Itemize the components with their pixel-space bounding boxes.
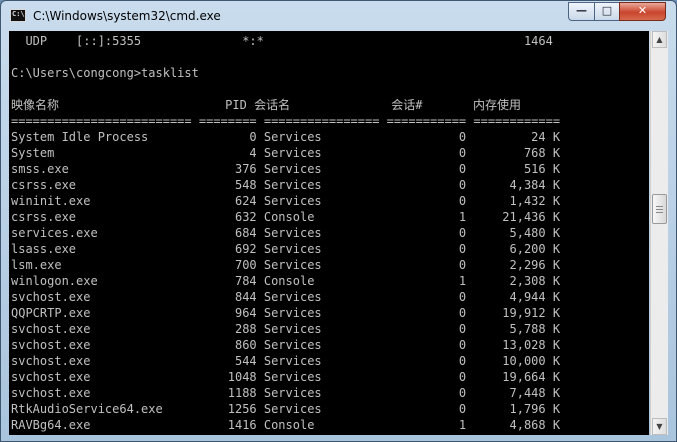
console-line: svchost.exe 844 Services 0 4,944 K (11, 290, 561, 304)
window-title: C:\Windows\system32\cmd.exe (33, 9, 221, 23)
console-line: services.exe 684 Services 0 5,480 K (11, 226, 561, 240)
maximize-button[interactable]: □ (594, 2, 620, 21)
console-line: csrss.exe 548 Services 0 4,384 K (11, 178, 561, 192)
console-line: lsass.exe 692 Services 0 6,200 K (11, 242, 561, 256)
console-line: svchost.exe 288 Services 0 5,788 K (11, 322, 561, 336)
thumb-grip-line (656, 212, 663, 213)
console-line: svchost.exe 860 Services 0 13,028 K (11, 338, 561, 352)
console-line: RtkAudioService64.exe 1256 Services 0 1,… (11, 402, 561, 416)
title-bar[interactable]: C:\ C:\Windows\system32\cmd.exe — □ ✕ (1, 1, 676, 31)
close-button[interactable]: ✕ (619, 2, 666, 21)
console-line: System Idle Process 0 Services 0 24 K (11, 130, 561, 144)
console-line: svchost.exe 544 Services 0 10,000 K (11, 354, 561, 368)
console-line: 映像名称 PID 会话名 会话# 内存使用 (11, 98, 522, 112)
cmd-icon-label: C:\ (12, 10, 25, 18)
cmd-icon[interactable]: C:\ (10, 9, 26, 22)
cmd-window: C:\ C:\Windows\system32\cmd.exe — □ ✕ UD… (0, 0, 677, 442)
console-line: svchost.exe 1188 Services 0 7,448 K (11, 386, 561, 400)
thumb-grip-line (656, 209, 663, 210)
console-line: svchost.exe 1048 Services 0 19,664 K (11, 370, 561, 384)
console-line: QQPCRTP.exe 964 Services 0 19,912 K (11, 306, 561, 320)
vertical-scrollbar[interactable]: ▲ ▼ (650, 31, 668, 435)
thumb-grip-line (656, 206, 663, 207)
console-line: RAVBg64.exe 1416 Console 1 4,868 K (11, 418, 561, 432)
console-output[interactable]: UDP [::]:5355 *:* 1464C:\Users\congcong>… (9, 31, 649, 435)
console-line: wininit.exe 624 Services 0 1,432 K (11, 194, 561, 208)
console-line: winlogon.exe 784 Console 1 2,308 K (11, 274, 561, 288)
scroll-down-button[interactable]: ▼ (652, 418, 667, 435)
scroll-up-button[interactable]: ▲ (652, 31, 667, 48)
console-line: System 4 Services 0 768 K (11, 146, 561, 160)
console-line: lsm.exe 700 Services 0 2,296 K (11, 258, 561, 272)
minimize-button[interactable]: — (568, 2, 595, 21)
console-line: ========================= ======== =====… (11, 114, 561, 128)
console-text: UDP [::]:5355 *:* 1464C:\Users\congcong>… (11, 33, 560, 433)
console-line: C:\Users\congcong>tasklist (11, 66, 199, 80)
console-line: csrss.exe 632 Console 1 21,436 K (11, 210, 561, 224)
scrollbar-thumb[interactable] (652, 194, 667, 224)
console-line: UDP [::]:5355 *:* 1464 (11, 34, 553, 48)
console-line: smss.exe 376 Services 0 516 K (11, 162, 561, 176)
